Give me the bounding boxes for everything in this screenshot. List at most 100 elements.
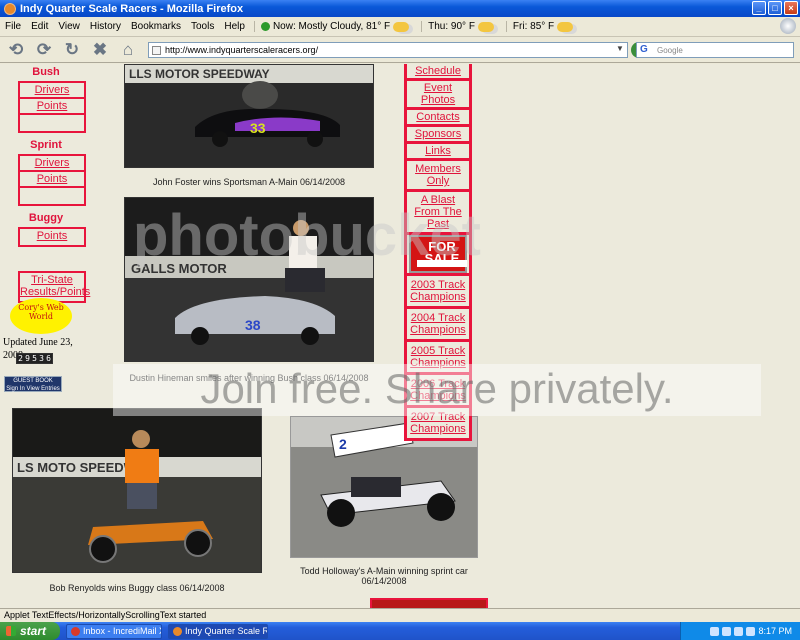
buggy-points-link[interactable]: Points bbox=[20, 229, 84, 245]
weather-status-icon bbox=[260, 22, 270, 31]
photo-caption: Dustin Hineman smiles after winning Bush… bbox=[129, 373, 369, 383]
links-link[interactable]: Links bbox=[407, 144, 469, 161]
clock[interactable]: 8:17 PM bbox=[758, 626, 792, 636]
menu-tools[interactable]: Tools bbox=[186, 21, 219, 32]
counter-digit: 9 bbox=[24, 354, 31, 363]
firefox-icon bbox=[173, 626, 182, 636]
url-bar[interactable]: http://www.indyquarterscaleracers.org/ ▼ bbox=[148, 42, 628, 58]
champions-2007-link[interactable]: 2007 Track Champions bbox=[407, 408, 469, 441]
banner-text: LLS MOTOR SPEEDWAY bbox=[129, 67, 270, 81]
stop-icon[interactable]: ✖ bbox=[88, 39, 112, 61]
sprint-drivers-link[interactable]: Drivers bbox=[20, 156, 84, 172]
photo-bush-winner[interactable]: GALLS MOTOR 38 bbox=[124, 197, 374, 362]
taskbar-item-incredimail[interactable]: Inbox - IncrediMail Xe bbox=[66, 623, 162, 639]
partly-cloudy-icon bbox=[477, 21, 494, 32]
partly-cloudy-icon bbox=[557, 21, 574, 32]
menu-history[interactable]: History bbox=[85, 21, 126, 32]
status-bar: Applet TextEffects/HorizontallyScrolling… bbox=[0, 608, 800, 622]
weather-thu[interactable]: Thu: 90° F bbox=[421, 21, 502, 32]
champions-2004-link[interactable]: 2004 Track Champions bbox=[407, 309, 469, 342]
menu-bar: File Edit View History Bookmarks Tools H… bbox=[0, 17, 800, 37]
incredimail-icon bbox=[71, 626, 80, 636]
taskbar-item-label: Inbox - IncrediMail Xe bbox=[83, 626, 162, 636]
back-icon[interactable]: ⟲ bbox=[4, 39, 28, 61]
search-input[interactable]: G Google bbox=[636, 42, 794, 58]
buggy-links: Points bbox=[18, 227, 86, 247]
close-button[interactable]: × bbox=[784, 1, 798, 15]
reload-icon[interactable]: ↻ bbox=[60, 39, 84, 61]
taskbar-item-firefox[interactable]: Indy Quarter Scale R... bbox=[168, 623, 268, 639]
maximize-button[interactable]: □ bbox=[768, 1, 782, 15]
window-titlebar: Indy Quarter Scale Racers - Mozilla Fire… bbox=[0, 0, 800, 17]
bush-points-link[interactable]: Points bbox=[20, 99, 84, 115]
windows-flag-icon bbox=[6, 626, 16, 636]
url-text: http://www.indyquarterscaleracers.org/ bbox=[165, 45, 319, 55]
sprint-points-link[interactable]: Points bbox=[20, 172, 84, 188]
throbber-icon bbox=[780, 18, 796, 34]
web-page: Bush Drivers Points Sprint Drivers Point… bbox=[0, 64, 800, 608]
car-number: 2 bbox=[339, 436, 347, 452]
menu-edit[interactable]: Edit bbox=[26, 21, 53, 32]
weather-fri-label: Fri: 85° F bbox=[512, 21, 555, 32]
firefox-icon bbox=[4, 2, 16, 15]
buggy-image: LS MOTO SPEEDWAY bbox=[13, 409, 261, 572]
start-button[interactable]: start bbox=[0, 622, 60, 640]
photo-caption: Todd Holloway's A-Main winning sprint ca… bbox=[300, 566, 468, 586]
guestbook-button[interactable]: GUEST BOOK Sign In View Entries bbox=[4, 376, 62, 392]
car-number: 38 bbox=[245, 317, 261, 333]
page-favicon-icon bbox=[152, 46, 161, 55]
window-title: Indy Quarter Scale Racers - Mozilla Fire… bbox=[20, 2, 244, 15]
chevron-down-icon[interactable]: ▼ bbox=[614, 44, 626, 56]
guestbook-label: GUEST BOOK bbox=[13, 378, 53, 384]
volume-icon[interactable] bbox=[746, 626, 756, 636]
red-banner-button[interactable] bbox=[370, 598, 488, 608]
menu-view[interactable]: View bbox=[53, 21, 85, 32]
members-only-link[interactable]: Members Only bbox=[407, 161, 469, 192]
for-sale-button[interactable]: FOR SALE bbox=[409, 235, 467, 273]
taskbar-item-label: Indy Quarter Scale R... bbox=[185, 626, 268, 636]
minimize-button[interactable]: _ bbox=[752, 1, 766, 15]
partly-cloudy-icon bbox=[393, 21, 410, 32]
start-label: start bbox=[20, 624, 47, 638]
counter-digit: 5 bbox=[31, 354, 38, 363]
left-navigation: Bush Drivers Points Sprint Drivers Point… bbox=[4, 64, 94, 303]
tray-icon[interactable] bbox=[710, 626, 720, 636]
forward-icon[interactable]: ⟳ bbox=[32, 39, 56, 61]
weather-fri[interactable]: Fri: 85° F bbox=[505, 21, 581, 32]
corys-web-world-logo[interactable]: Cory's Web World bbox=[10, 298, 72, 334]
bush-links: Drivers Points bbox=[18, 81, 86, 133]
menu-help[interactable]: Help bbox=[219, 21, 250, 32]
system-tray: 8:17 PM bbox=[680, 622, 800, 640]
sportsman-car-image: LLS MOTOR SPEEDWAY 33 bbox=[125, 65, 373, 167]
blast-from-past-link[interactable]: A Blast From The Past bbox=[407, 192, 469, 235]
google-icon[interactable]: G bbox=[640, 44, 648, 55]
counter-digit: 2 bbox=[17, 354, 24, 363]
right-navigation: Schedule Event Photos Contacts Sponsors … bbox=[404, 64, 472, 441]
section-heading-buggy: Buggy bbox=[28, 212, 64, 224]
photo-sportsman-winner[interactable]: LLS MOTOR SPEEDWAY 33 bbox=[124, 64, 374, 168]
counter-digit: 3 bbox=[38, 354, 45, 363]
section-heading-bush: Bush bbox=[32, 66, 60, 78]
sponsors-link[interactable]: Sponsors bbox=[407, 127, 469, 144]
car-number: 33 bbox=[250, 120, 266, 136]
photo-buggy-winner[interactable]: LS MOTO SPEEDWAY bbox=[12, 408, 262, 573]
champions-2005-link[interactable]: 2005 Track Champions bbox=[407, 342, 469, 375]
tri-state-results-link[interactable]: Tri-State Results/Points bbox=[20, 273, 90, 301]
contacts-link[interactable]: Contacts bbox=[407, 110, 469, 127]
schedule-link[interactable]: Schedule bbox=[407, 64, 469, 81]
tray-icon[interactable] bbox=[722, 626, 732, 636]
weather-now-label: Now: Mostly Cloudy, 81° F bbox=[272, 21, 391, 32]
photo-caption: Bob Renyolds wins Buggy class 06/14/2008 bbox=[49, 583, 225, 593]
windows-taskbar: start Inbox - IncrediMail Xe Indy Quarte… bbox=[0, 622, 800, 640]
bush-car-image: GALLS MOTOR 38 bbox=[125, 198, 373, 361]
champions-2006-link[interactable]: 2006 Track Champions bbox=[407, 375, 469, 408]
champions-2003-link[interactable]: 2003 Track Champions bbox=[407, 273, 469, 309]
bush-empty-cell bbox=[20, 115, 84, 131]
menu-bookmarks[interactable]: Bookmarks bbox=[126, 21, 186, 32]
menu-file[interactable]: File bbox=[0, 21, 26, 32]
tray-icon[interactable] bbox=[734, 626, 744, 636]
weather-now[interactable]: Now: Mostly Cloudy, 81° F bbox=[253, 21, 417, 32]
home-icon[interactable]: ⌂ bbox=[116, 39, 140, 61]
bush-drivers-link[interactable]: Drivers bbox=[20, 83, 84, 99]
event-photos-link[interactable]: Event Photos bbox=[407, 81, 469, 110]
